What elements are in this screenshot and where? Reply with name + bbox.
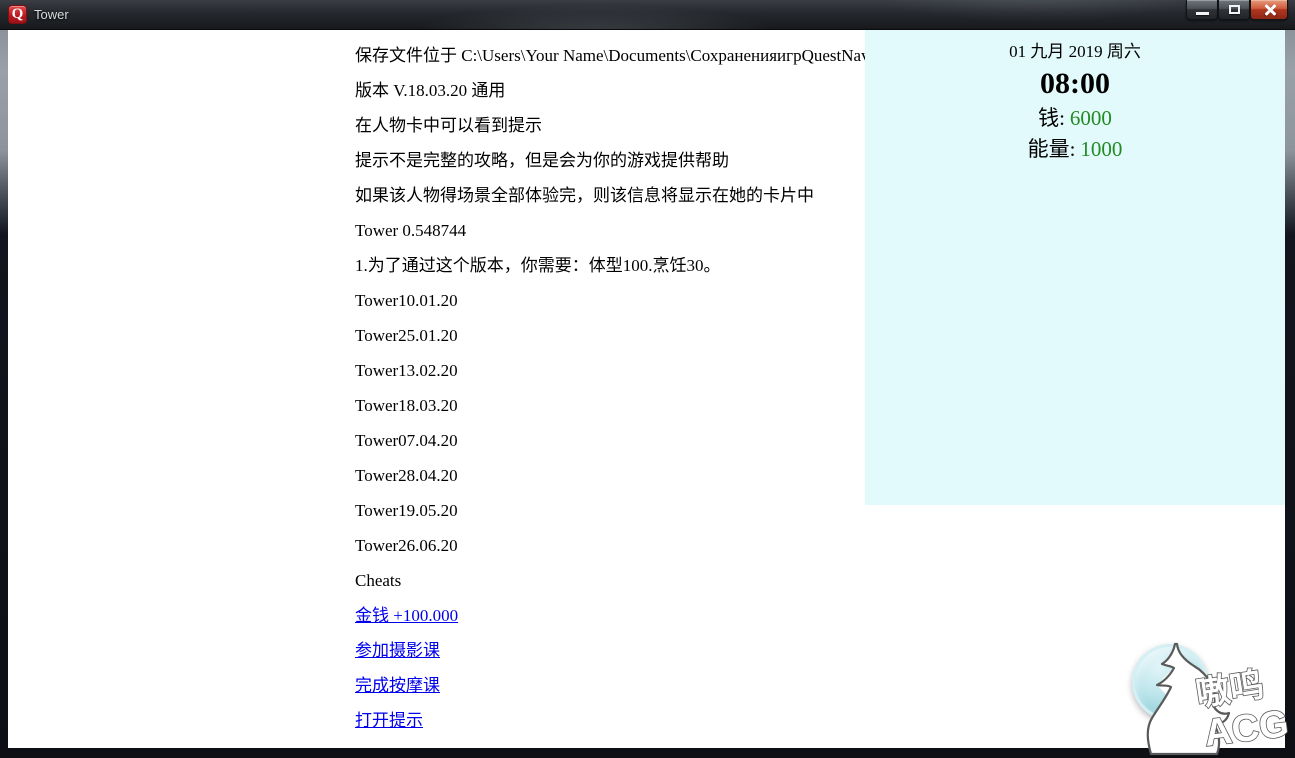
app-window: Q Tower 保存文件位于 C:\Users\Your Name\Docume… (0, 0, 1295, 758)
text-line: 1.为了通过这个版本，你需要：体型100.烹饪30。 (355, 248, 875, 283)
cheat-link[interactable]: 金钱 +100.000 (355, 606, 458, 625)
text-line: Tower10.01.20 (355, 283, 875, 318)
minimize-icon (1196, 12, 1209, 15)
app-icon: Q (8, 5, 27, 24)
text-line: 提示不是完整的攻略，但是会为你的游戏提供帮助 (355, 143, 875, 178)
window-title: Tower (34, 7, 69, 22)
energy-label: 能量: (1028, 137, 1076, 161)
text-line: Tower13.02.20 (355, 353, 875, 388)
text-line: Tower25.01.20 (355, 318, 875, 353)
cheat-link[interactable]: 参加摄影课 (355, 641, 440, 660)
game-text: 保存文件位于 C:\Users\Your Name\Documents\Сохр… (355, 38, 875, 738)
energy-value: 1000 (1080, 137, 1122, 161)
status-sidebar: 01 九月 2019 周六 08:00 钱:6000 能量:1000 (865, 30, 1285, 505)
energy-stat: 能量:1000 (865, 134, 1285, 165)
cheat-link[interactable]: 完成按摩课 (355, 676, 440, 695)
back-button[interactable] (1132, 644, 1208, 720)
game-page: 保存文件位于 C:\Users\Your Name\Documents\Сохр… (8, 30, 1285, 748)
maximize-icon (1229, 5, 1240, 14)
money-value: 6000 (1070, 106, 1112, 130)
text-line: Tower26.06.20 (355, 528, 875, 563)
game-date: 01 九月 2019 周六 (865, 39, 1285, 65)
title-bar: Q Tower (0, 0, 1295, 30)
text-line: Tower18.03.20 (355, 388, 875, 423)
game-time: 08:00 (865, 65, 1285, 103)
text-line: Tower28.04.20 (355, 458, 875, 493)
close-icon (1263, 3, 1277, 17)
text-line: 版本 V.18.03.20 通用 (355, 73, 875, 108)
text-line: Tower 0.548744 (355, 213, 875, 248)
text-line: Tower19.05.20 (355, 493, 875, 528)
text-line: 在人物卡中可以看到提示 (355, 108, 875, 143)
cheat-link-line: 金钱 +100.000 (355, 598, 875, 633)
cheat-link-line: 完成按摩课 (355, 668, 875, 703)
money-stat: 钱:6000 (865, 103, 1285, 134)
cheat-link-line: 打开提示 (355, 703, 875, 738)
cheat-link[interactable]: 打开提示 (355, 711, 423, 730)
close-button[interactable] (1250, 0, 1288, 20)
maximize-button[interactable] (1218, 0, 1250, 20)
text-line: 保存文件位于 C:\Users\Your Name\Documents\Сохр… (355, 38, 875, 73)
text-line: 如果该人物得场景全部体验完，则该信息将显示在她的卡片中 (355, 178, 875, 213)
money-label: 钱: (1038, 106, 1065, 130)
minimize-button[interactable] (1186, 0, 1218, 20)
text-line: Tower07.04.20 (355, 423, 875, 458)
chevron-left-icon (1152, 661, 1192, 709)
text-line: Cheats (355, 563, 875, 598)
cheat-link-line: 参加摄影课 (355, 633, 875, 668)
